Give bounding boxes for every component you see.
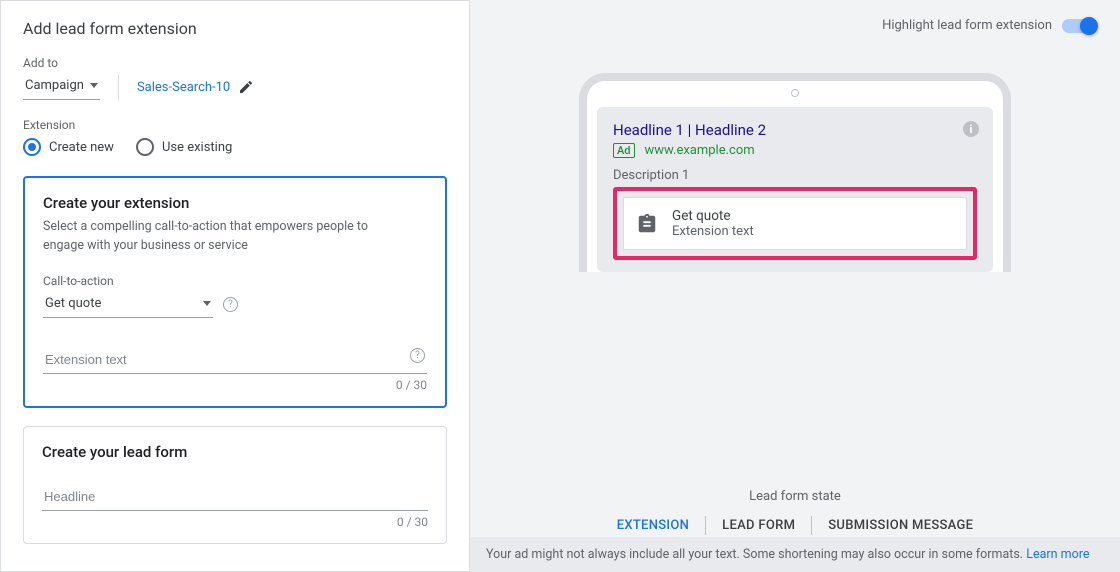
ad-headline: Headline 1 | Headline 2 (613, 121, 977, 139)
radio-create-new-label: Create new (49, 140, 114, 155)
add-to-label: Add to (23, 56, 447, 70)
radio-icon (23, 138, 41, 156)
lead-form-state-label: Lead form state (470, 489, 1120, 504)
campaign-name-link[interactable]: Sales-Search-10 (137, 79, 254, 95)
campaign-name-text: Sales-Search-10 (137, 80, 230, 95)
help-icon[interactable]: ? (223, 297, 238, 312)
phone-camera-icon (791, 89, 799, 97)
headline-counter: 0 / 30 (42, 515, 428, 529)
tab-lead-form[interactable]: LEAD FORM (706, 514, 811, 537)
extension-label: Extension (23, 118, 447, 132)
create-lead-form-title: Create your lead form (42, 443, 428, 461)
cta-select[interactable]: Get quote (43, 292, 213, 318)
help-icon[interactable]: ? (410, 348, 425, 363)
create-extension-card: Create your extension Select a compellin… (23, 176, 447, 408)
extension-subtext: Extension text (672, 224, 754, 239)
cta-value: Get quote (45, 296, 101, 311)
caret-down-icon (203, 301, 211, 306)
footnote-text: Your ad might not always include all you… (486, 547, 1023, 562)
extension-text-input[interactable] (43, 346, 427, 374)
add-to-level-select[interactable]: Campaign (23, 74, 100, 100)
ad-preview-card: i Headline 1 | Headline 2 Ad www.example… (597, 107, 993, 272)
tab-submission-message[interactable]: SUBMISSION MESSAGE (812, 514, 989, 537)
radio-create-new[interactable]: Create new (23, 138, 114, 156)
phone-mock: i Headline 1 | Headline 2 Ad www.example… (579, 73, 1011, 272)
preview-tabs: EXTENSION LEAD FORM SUBMISSION MESSAGE (470, 514, 1120, 537)
ad-badge: Ad (613, 143, 635, 158)
highlight-toggle-label: Highlight lead form extension (882, 18, 1052, 33)
highlight-toggle[interactable] (1062, 19, 1096, 33)
radio-use-existing[interactable]: Use existing (136, 138, 232, 156)
caret-down-icon (90, 83, 98, 88)
create-extension-title: Create your extension (43, 194, 427, 212)
ad-description: Description 1 (613, 168, 977, 183)
preview-panel: Highlight lead form extension i Headline… (470, 0, 1120, 572)
add-to-level-value: Campaign (25, 78, 84, 93)
tab-extension[interactable]: EXTENSION (601, 514, 705, 537)
learn-more-link[interactable]: Learn more (1026, 547, 1089, 562)
toggle-knob-icon (1080, 17, 1098, 35)
create-lead-form-card: Create your lead form 0 / 30 (23, 426, 447, 544)
extension-cta-text: Get quote (672, 208, 754, 224)
footnote: Your ad might not always include all you… (470, 537, 1120, 572)
extension-text-counter: 0 / 30 (43, 378, 427, 392)
headline-input[interactable] (42, 483, 428, 511)
radio-use-existing-label: Use existing (162, 140, 232, 155)
ad-url: www.example.com (645, 143, 755, 158)
divider (118, 74, 119, 100)
pencil-icon (238, 79, 254, 95)
cta-label: Call-to-action (43, 274, 427, 288)
create-extension-desc: Select a compelling call-to-action that … (43, 218, 403, 256)
clipboard-icon (636, 213, 658, 235)
info-icon: i (963, 121, 979, 137)
page-title: Add lead form extension (23, 19, 447, 38)
extension-preview-row: Get quote Extension text (623, 197, 967, 250)
radio-icon (136, 138, 154, 156)
form-panel: Add lead form extension Add to Campaign … (0, 0, 470, 572)
extension-highlight: Get quote Extension text (613, 187, 977, 260)
